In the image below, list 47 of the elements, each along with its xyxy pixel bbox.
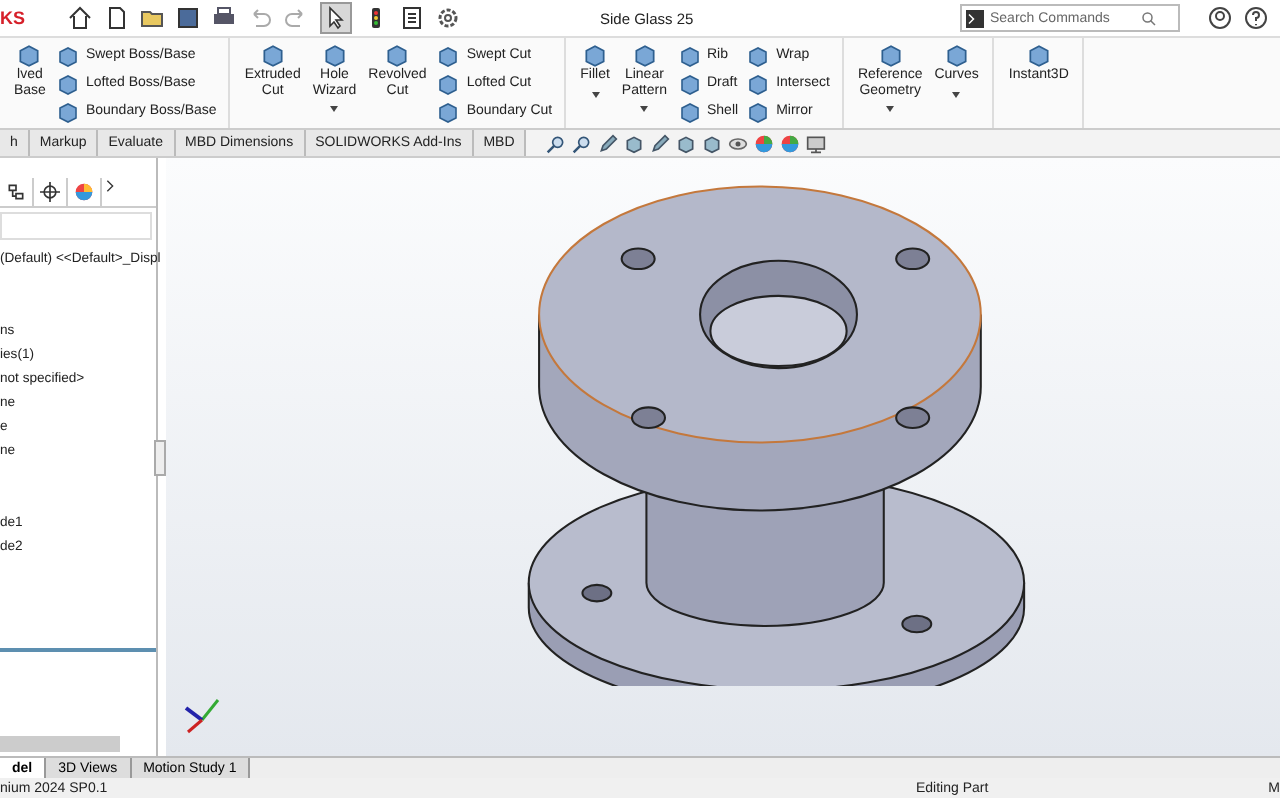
settings-icon[interactable] xyxy=(436,6,460,30)
terminal-icon xyxy=(966,9,984,27)
list-icon[interactable] xyxy=(400,6,424,30)
solid-shape-icon xyxy=(436,99,461,123)
solid-shape-icon xyxy=(16,42,43,68)
user-icon[interactable] xyxy=(1208,6,1232,30)
solid-shape-icon xyxy=(55,99,80,123)
app-logo: KS xyxy=(0,8,28,28)
scrollbar-thumb[interactable] xyxy=(0,736,120,752)
monitor-icon[interactable] xyxy=(806,133,827,153)
tree-icon[interactable] xyxy=(6,182,26,202)
solid-shape-icon xyxy=(582,42,609,68)
solid-shape-icon xyxy=(321,42,348,68)
solid-shape-icon xyxy=(746,99,771,123)
solid-shape-icon xyxy=(436,43,461,67)
magnifier-icon[interactable] xyxy=(572,133,593,153)
home-icon[interactable] xyxy=(68,6,92,30)
solid-shape-icon xyxy=(677,43,701,67)
eye-icon[interactable] xyxy=(728,133,749,153)
select-pointer-icon[interactable] xyxy=(320,2,352,34)
solid-shape-icon xyxy=(436,71,461,95)
solid-shape-icon xyxy=(677,99,701,123)
solid-shape-icon xyxy=(631,42,658,68)
search-icon[interactable] xyxy=(1140,9,1158,27)
new-document-icon[interactable] xyxy=(104,6,128,30)
color-wheel-icon[interactable] xyxy=(74,182,94,202)
color-ball-icon[interactable] xyxy=(780,133,801,153)
solid-shape-icon xyxy=(877,42,904,68)
solid-shape-icon xyxy=(259,42,286,68)
solid-shape-icon xyxy=(746,71,771,95)
chevron-right-icon[interactable] xyxy=(102,178,118,194)
print-icon[interactable] xyxy=(212,6,236,30)
help-icon[interactable] xyxy=(1244,6,1268,30)
save-icon[interactable] xyxy=(176,6,200,30)
magnifier-icon[interactable] xyxy=(546,133,567,153)
solid-shape-icon xyxy=(384,42,411,68)
solid-shape-icon xyxy=(55,71,80,95)
filter-field[interactable] xyxy=(0,212,152,240)
crosshair-icon[interactable] xyxy=(40,182,60,202)
open-folder-icon[interactable] xyxy=(140,6,164,30)
solid-shape-icon xyxy=(1025,42,1052,68)
solid-shape-icon xyxy=(746,43,771,67)
color-ball-icon[interactable] xyxy=(754,133,775,153)
panel-splitter-handle[interactable] xyxy=(154,439,166,475)
solid-shape-icon xyxy=(943,42,970,68)
solid-shape-icon xyxy=(55,43,80,67)
solid-shape-icon xyxy=(677,71,701,95)
